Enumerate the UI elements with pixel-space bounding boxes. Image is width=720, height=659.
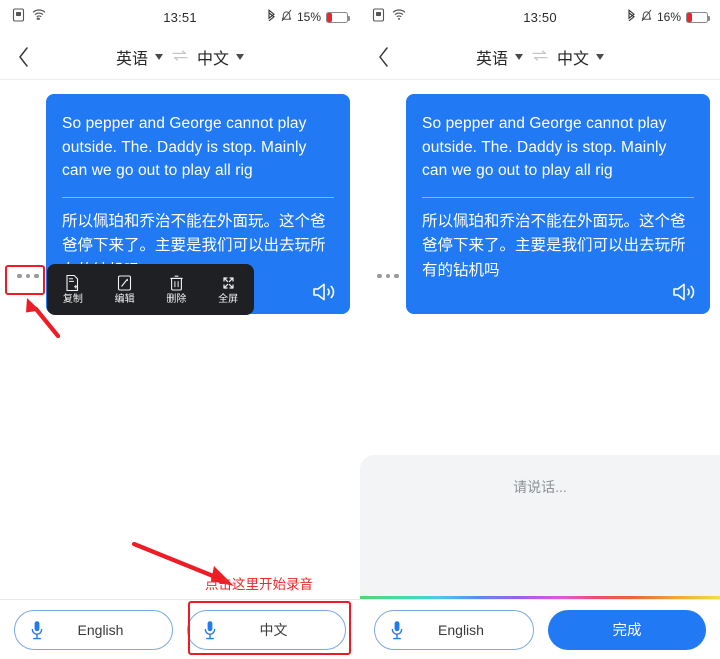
source-text: So pepper and George cannot play outside…: [62, 115, 307, 180]
divider: [422, 196, 694, 198]
edit-pencil-icon: [118, 275, 132, 291]
context-menu-label: 删除: [166, 294, 187, 305]
bottom-bar: English 中文: [0, 599, 360, 659]
speaker-icon[interactable]: [671, 280, 697, 304]
message-row: So pepper and George cannot play outside…: [360, 94, 720, 314]
target-language-dropdown[interactable]: 中文: [197, 45, 245, 69]
context-menu-item-delete[interactable]: 删除: [151, 274, 203, 305]
chevron-down-icon: [515, 53, 523, 60]
source-language-label: 英语: [475, 50, 508, 68]
battery-low-icon: [326, 11, 350, 23]
recording-hint-text: 请说话...: [513, 479, 567, 495]
done-button[interactable]: 完成: [548, 609, 706, 650]
back-button[interactable]: [0, 34, 46, 80]
back-button[interactable]: [360, 34, 406, 80]
translation-bubble[interactable]: So pepper and George cannot play outside…: [406, 94, 710, 314]
right-phone-screen: 13:50 16% 英语 中文 So pepper and George can…: [360, 0, 720, 659]
source-language-label: 英语: [115, 50, 148, 68]
dual-screenshot-container: 13:51 15% 英语 中文 So pepper and George can…: [0, 0, 720, 659]
recording-hint-annotation: 点击这里开始录音: [205, 577, 313, 592]
context-menu-label: 编辑: [114, 294, 135, 305]
message-context-menu: 复制 编辑 删除 全屏: [47, 264, 254, 315]
chevron-left-icon: [18, 46, 28, 67]
translated-text: 所以佩珀和乔治不能在外面玩。这个爸爸停下来了。主要是我们可以出去玩所有的钻机吗: [422, 212, 686, 279]
target-language-label: 中文: [557, 50, 590, 68]
conversation-area: So pepper and George cannot play outside…: [360, 80, 720, 314]
chevron-left-icon: [378, 46, 388, 67]
app-bar: 英语 中文: [360, 34, 720, 80]
status-bar: 13:50 16%: [360, 0, 720, 34]
battery-low-icon: [686, 11, 710, 23]
divider: [62, 196, 334, 198]
chevron-down-icon: [155, 53, 163, 60]
language-selector: 英语 中文: [0, 45, 360, 69]
status-bar-clock: 13:50: [523, 9, 557, 25]
recording-sheet: 请说话...: [360, 455, 720, 599]
more-options-icon[interactable]: [10, 258, 46, 294]
mic-button-english[interactable]: English: [374, 609, 534, 650]
language-selector: 英语 中文: [360, 45, 720, 69]
status-bar-clock: 13:51: [163, 9, 197, 25]
context-menu-label: 全屏: [218, 294, 239, 305]
swap-arrows-icon[interactable]: [532, 49, 548, 64]
context-menu-item-fullscreen[interactable]: 全屏: [202, 274, 254, 305]
target-language-label: 中文: [197, 50, 230, 68]
context-menu-item-copy[interactable]: 复制: [47, 274, 99, 305]
chevron-down-icon: [236, 53, 245, 60]
microphone-icon: [31, 620, 43, 647]
bottom-bar: English 完成: [360, 599, 720, 659]
left-phone-screen: 13:51 15% 英语 中文 So pepper and George can…: [0, 0, 360, 659]
target-language-dropdown[interactable]: 中文: [557, 45, 605, 69]
copy-icon: [66, 274, 79, 292]
microphone-icon: [391, 620, 403, 647]
mic-button-english[interactable]: English: [14, 609, 173, 650]
source-language-dropdown[interactable]: 英语: [476, 45, 523, 69]
app-bar: 英语 中文: [0, 34, 360, 80]
trash-icon: [170, 275, 183, 291]
context-menu-label: 复制: [62, 294, 83, 305]
status-bar: 13:51 15%: [0, 0, 360, 34]
source-text: So pepper and George cannot play outside…: [422, 115, 667, 180]
speaker-icon[interactable]: [311, 280, 337, 304]
swap-arrows-icon[interactable]: [172, 49, 188, 64]
context-menu-item-edit[interactable]: 编辑: [99, 274, 151, 305]
mic-button-chinese[interactable]: 中文: [187, 609, 346, 650]
source-language-dropdown[interactable]: 英语: [116, 45, 163, 69]
fullscreen-icon: [223, 277, 234, 289]
chevron-down-icon: [596, 53, 605, 60]
more-options-icon[interactable]: [370, 258, 406, 294]
microphone-icon: [204, 620, 216, 647]
